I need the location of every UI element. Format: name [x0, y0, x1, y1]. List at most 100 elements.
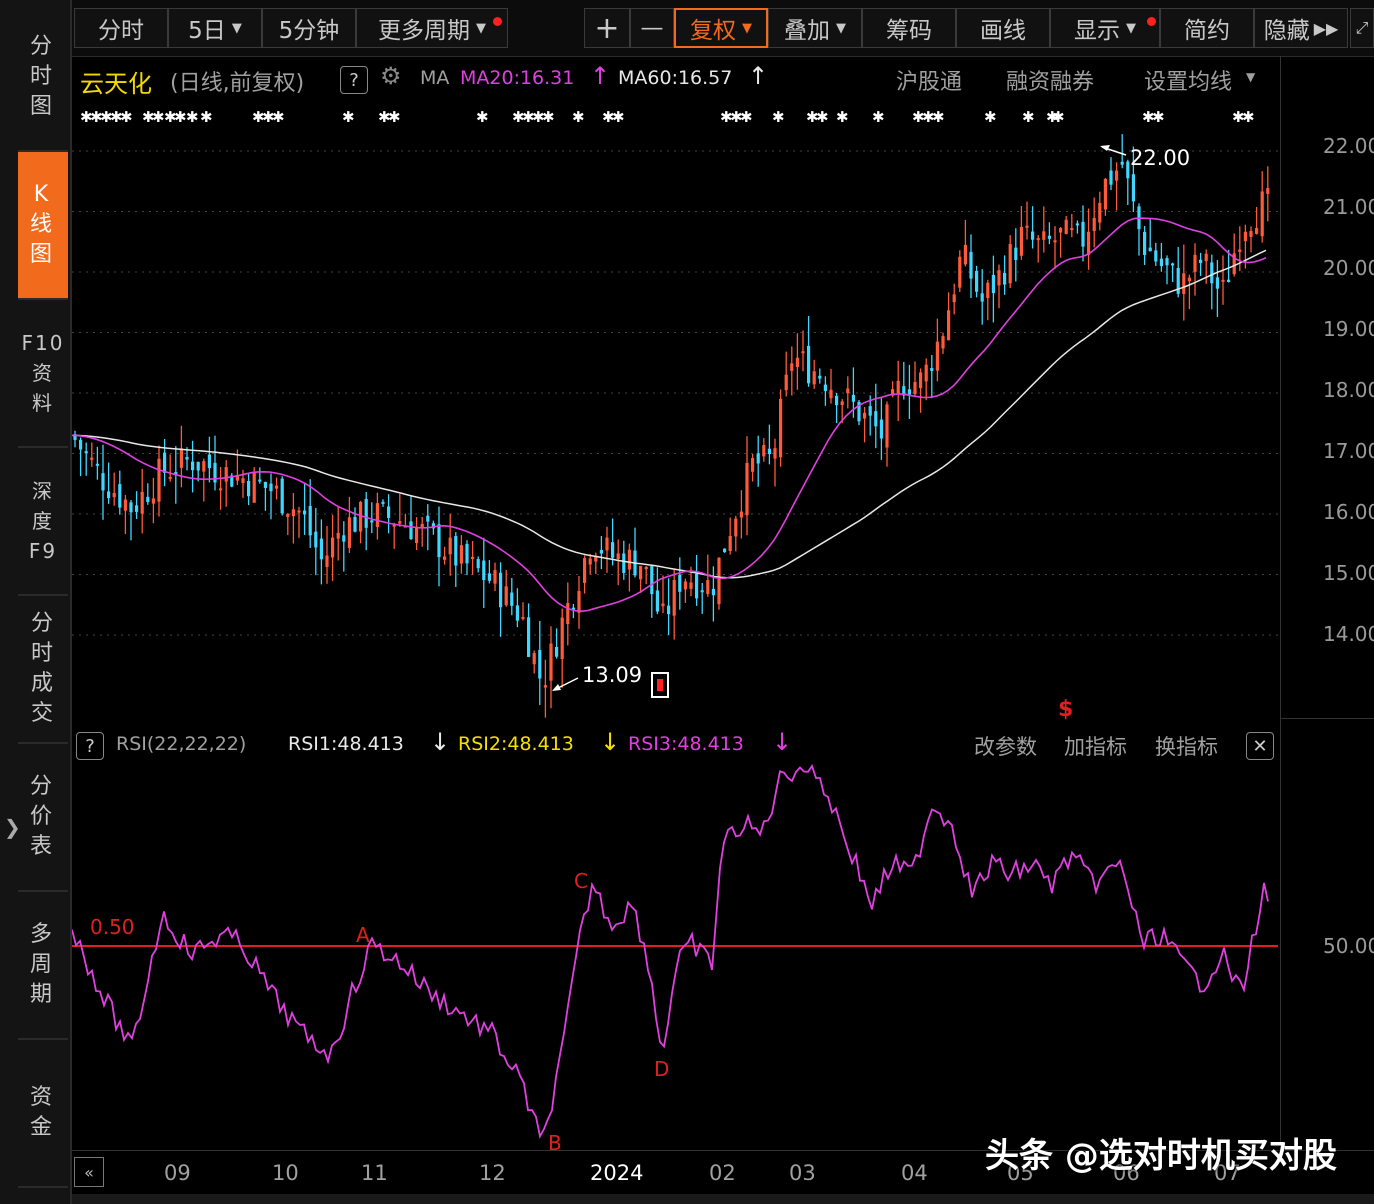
candle-body: [303, 510, 307, 515]
edit-params-link[interactable]: 改参数: [974, 731, 1037, 761]
y-tick-label: 19.00: [1323, 317, 1374, 341]
hgt-link[interactable]: 沪股通: [896, 64, 962, 96]
hide-button[interactable]: 隐藏 ▶▶: [1254, 8, 1348, 48]
more-period-label: 更多周期: [378, 18, 470, 44]
candle-body: [560, 617, 564, 660]
candle-body: [157, 458, 161, 502]
candle-body: [734, 518, 738, 537]
zoom-out-button[interactable]: —: [630, 8, 674, 48]
five-min-button[interactable]: 5分钟: [262, 8, 356, 48]
sidebar-label-char: 周: [29, 952, 56, 977]
event-marker: ✱: [272, 108, 285, 126]
five-day-button[interactable]: 5日 ▼: [168, 8, 262, 48]
sidebar-collapse-handle[interactable]: ❯: [4, 815, 21, 845]
candle-body: [963, 244, 967, 265]
sidebar-item-price-table[interactable]: 分价表: [18, 744, 68, 892]
candle-body: [1042, 231, 1046, 240]
rsi-point-b: B: [548, 1131, 562, 1150]
sidebar-item-kline[interactable]: K线图: [18, 152, 68, 300]
ma-info-row: 云天化 (日线,前复权) ? ⚙ MA MA20:16.31 ↑ MA60:16…: [72, 58, 1277, 98]
chips-button[interactable]: 筹码: [862, 8, 956, 48]
simple-button[interactable]: 简约: [1160, 8, 1254, 48]
candle-body: [381, 501, 385, 504]
candle-body: [1148, 247, 1152, 252]
candle-body: [1025, 225, 1029, 228]
chevron-down-icon: ▼: [231, 20, 242, 36]
stock-name: 云天化: [80, 70, 152, 98]
change-indicator-link[interactable]: 换指标: [1155, 731, 1218, 761]
scroll-left-icon[interactable]: «: [74, 1157, 104, 1187]
draw-button[interactable]: 画线: [956, 8, 1050, 48]
more-period-button[interactable]: 更多周期 ▼: [356, 8, 508, 48]
sidebar-item-capital[interactable]: 资金: [18, 1040, 68, 1188]
candle-body: [1092, 217, 1096, 231]
rsi1-value: RSI1:48.413: [288, 733, 404, 755]
sidebar-label-char: 多: [29, 922, 56, 947]
overlay-button[interactable]: 叠加 ▼: [768, 8, 862, 48]
ma60-line: [72, 249, 1267, 579]
candle-body: [336, 532, 340, 539]
sidebar-label-char: 图: [29, 242, 56, 267]
rsi2-value: RSI2:48.413: [458, 733, 574, 755]
chevron-down-icon: ▼: [836, 20, 846, 36]
watermark: 头条 @选对时机买对股: [985, 1136, 1337, 1176]
event-marker: ✱: [1242, 108, 1255, 126]
candle-body: [1238, 249, 1242, 252]
kline-chart[interactable]: ✱✱✱✱✱ ✱✱ ✱✱ ✱ ✱ ✱✱✱ ✱ ✱✱ ✱ ✱✱✱✱ ✱ ✱✱ ✱✱✱ ✱ ✱✱ ✱ ✱ ✱✱✱ ✱ ✱ ✱✱…: [72, 100, 1278, 720]
candle-body: [269, 483, 273, 492]
candle-body: [1036, 238, 1040, 241]
fenshi-button[interactable]: 分时: [74, 8, 168, 48]
arrow-down-icon: ↓: [772, 728, 793, 756]
zoom-in-button[interactable]: +: [584, 8, 630, 48]
candle-body: [823, 384, 827, 392]
candle-body: [807, 345, 811, 384]
event-marker: ✱: [984, 108, 997, 126]
candle-body: [101, 473, 105, 491]
rsi-chart[interactable]: 0.50 A B C D: [72, 764, 1278, 1150]
add-indicator-link[interactable]: 加指标: [1064, 731, 1127, 761]
sidebar-item-multi-period[interactable]: 多周期: [18, 892, 68, 1040]
sidebar-label-char: 分: [30, 611, 55, 636]
candle-body: [980, 293, 984, 302]
close-icon[interactable]: ✕: [1246, 732, 1274, 760]
y-tick-label: 22.00: [1323, 134, 1374, 158]
candle-body: [297, 510, 301, 513]
expand-icon[interactable]: ⤢: [1350, 8, 1374, 48]
candle-body: [1187, 277, 1191, 282]
candle-body: [291, 509, 295, 517]
candle-body: [616, 553, 620, 559]
sidebar-item-depth[interactable]: 深度 F9: [18, 448, 68, 596]
margin-link[interactable]: 融资融券: [1006, 64, 1094, 96]
candle-body: [146, 496, 150, 503]
candle-body: [1249, 230, 1253, 237]
gear-icon[interactable]: ⚙: [380, 62, 402, 90]
left-sidebar: 分时图 K线图 F10 资料 深度 F9 分时成交 分价表 多周期 资金: [0, 0, 72, 1204]
event-marker: ✱: [572, 108, 585, 126]
help-icon[interactable]: ?: [340, 66, 368, 94]
low-annotation: 13.09: [552, 663, 642, 691]
candle-body: [941, 336, 945, 349]
x-tick-label: 02: [709, 1161, 736, 1185]
candle-body: [745, 462, 749, 516]
candle-body: [1131, 174, 1135, 202]
sidebar-item-trades[interactable]: 分时成交: [18, 596, 68, 744]
sidebar-item-fenshi[interactable]: 分时图: [18, 4, 68, 152]
candle-body: [493, 570, 497, 584]
candle-body: [443, 556, 447, 560]
event-marker: ✱: [342, 108, 355, 126]
candle-body: [678, 574, 682, 592]
candle-body: [510, 592, 514, 606]
candle-body: [168, 476, 172, 479]
fuquan-button[interactable]: 复权 ▼: [674, 8, 768, 48]
rsi-help-icon[interactable]: ?: [76, 732, 104, 760]
selection-marker-fill: [657, 679, 663, 691]
candle-body: [487, 573, 491, 581]
candle-body: [717, 557, 721, 605]
chart-mode: (日线,前复权): [170, 71, 305, 96]
sidebar-item-f10[interactable]: F10 资料: [18, 300, 68, 448]
candle-body: [79, 439, 83, 450]
candle-body: [224, 467, 228, 482]
candle-body: [459, 545, 463, 564]
display-button[interactable]: 显示 ▼: [1050, 8, 1160, 48]
set-ma-link[interactable]: 设置均线: [1144, 64, 1232, 96]
